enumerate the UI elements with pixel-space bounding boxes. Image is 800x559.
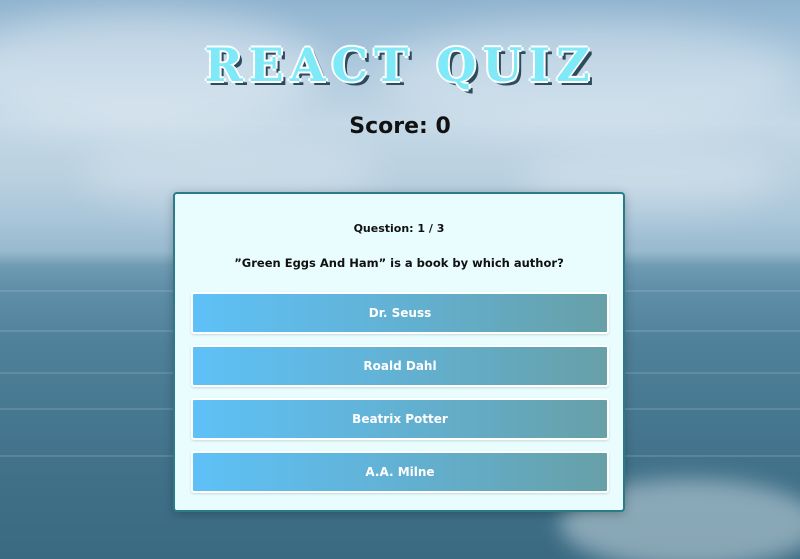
answer-button-roald-dahl[interactable]: Roald Dahl xyxy=(191,345,609,387)
answer-button-aa-milne[interactable]: A.A. Milne xyxy=(191,451,609,493)
question-text: ”Green Eggs And Ham” is a book by which … xyxy=(234,256,564,270)
question-number: Question: 1 / 3 xyxy=(353,222,445,235)
answer-button-beatrix-potter[interactable]: Beatrix Potter xyxy=(191,398,609,440)
answer-list: Dr. Seuss Roald Dahl Beatrix Potter A.A.… xyxy=(191,292,609,504)
score-display: Score: 0 xyxy=(349,114,451,139)
app-title: REACT QUIZ xyxy=(204,38,596,92)
question-card: Question: 1 / 3 ”Green Eggs And Ham” is … xyxy=(173,192,625,512)
answer-button-dr-seuss[interactable]: Dr. Seuss xyxy=(191,292,609,334)
